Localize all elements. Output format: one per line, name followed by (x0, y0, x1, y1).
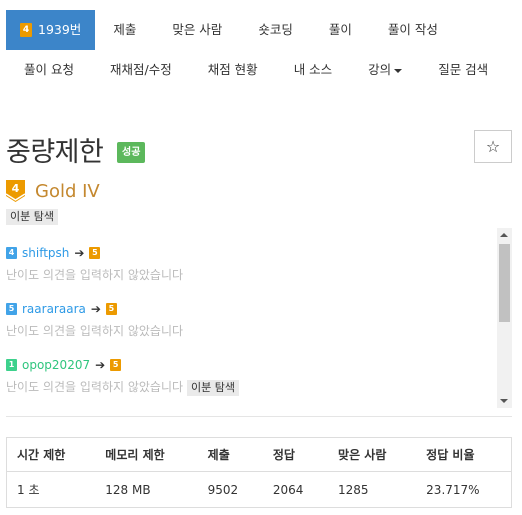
arrow-right-icon: ➔ (74, 246, 85, 260)
table-row: 1 초 128 MB 9502 2064 1285 23.717% (7, 472, 512, 508)
tier-gold-shield-icon: 4 (6, 180, 25, 202)
user-link[interactable]: opop20207 (22, 358, 90, 372)
header-submissions: 제출 (197, 437, 263, 472)
problem-nav-row-2: 풀이 요청 재채점/수정 채점 현황 내 소스 강의 질문 검색 (6, 50, 506, 90)
submissions-value: 9502 (207, 482, 239, 497)
header-accepted: 정답 (262, 437, 329, 472)
nav-solutions[interactable]: 풀이 (311, 10, 370, 50)
opinion-text: 난이도 의견을 입력하지 않았습니다 이분 탐색 (6, 378, 240, 396)
nav-question-search[interactable]: 질문 검색 (420, 50, 506, 90)
favorite-star-button[interactable]: ☆ (474, 130, 512, 163)
header-accept-ratio: 정답 비율 (416, 437, 512, 472)
nav-solved-users[interactable]: 맞은 사람 (154, 10, 240, 50)
caret-down-icon (394, 68, 403, 73)
list-item: 5 raararaara ➔ 5 난이도 의견을 입력하지 않았습니다 (6, 302, 183, 339)
page-title: 중량제한 (6, 137, 104, 168)
nav-my-source[interactable]: 내 소스 (276, 50, 350, 90)
header-solved-users: 맞은 사람 (328, 437, 417, 472)
tier-name: Gold IV (35, 180, 100, 202)
nav-request-solution[interactable]: 풀이 요청 (6, 50, 92, 90)
user-level-badge-icon: 4 (6, 247, 17, 259)
opinion-algorithm-tag[interactable]: 이분 탐색 (187, 380, 240, 396)
opinions-scrollbar[interactable] (497, 228, 512, 408)
problem-nav-row-1: 4 1939번 제출 맞은 사람 숏코딩 풀이 풀이 작성 (6, 10, 456, 50)
accepted-value: 2064 (272, 482, 304, 497)
opinion-text-label: 난이도 의견을 입력하지 않았습니다 (6, 380, 184, 394)
header-time-limit: 시간 제한 (6, 437, 96, 472)
nav-problem-number-label: 1939번 (38, 22, 82, 37)
user-link[interactable]: raararaara (22, 302, 86, 316)
scroll-down-arrow-icon[interactable] (500, 399, 508, 403)
problem-tier: 4 Gold IV (6, 180, 100, 202)
time-limit-value: 1 초 (17, 483, 40, 497)
nav-short-coding[interactable]: 숏코딩 (240, 10, 311, 50)
user-level-badge-icon: 1 (6, 359, 17, 371)
nav-problem-number[interactable]: 4 1939번 (6, 10, 96, 50)
voted-level-badge-icon: 5 (89, 247, 101, 259)
memory-limit-value: 128 MB (105, 482, 151, 497)
user-level-badge-icon: 5 (6, 303, 17, 315)
tier-level-text: 4 (12, 182, 20, 195)
arrow-right-icon: ➔ (95, 358, 106, 372)
opinion-text: 난이도 의견을 입력하지 않았습니다 (6, 268, 184, 282)
tier-badge-icon: 4 (20, 23, 32, 37)
voted-level-badge-icon: 5 (110, 359, 122, 371)
nav-status[interactable]: 채점 현황 (190, 50, 276, 90)
opinion-text: 난이도 의견을 입력하지 않았습니다 (6, 324, 184, 338)
divider (6, 416, 512, 417)
user-link[interactable]: shiftpsh (22, 246, 69, 260)
solved-users-value: 1285 (338, 482, 369, 497)
difficulty-opinions-list: 4 shiftpsh ➔ 5 난이도 의견을 입력하지 않았습니다 5 raar… (6, 228, 512, 408)
header-memory-limit: 메모리 제한 (95, 437, 198, 472)
star-icon: ☆ (485, 137, 501, 156)
scroll-up-arrow-icon[interactable] (500, 233, 508, 237)
nav-lecture-label: 강의 (368, 62, 392, 77)
nav-submit[interactable]: 제출 (95, 10, 154, 50)
problem-stats-table: 시간 제한 메모리 제한 제출 정답 맞은 사람 정답 비율 1 초 128 M… (6, 437, 512, 508)
nav-write-solution[interactable]: 풀이 작성 (370, 10, 456, 50)
voted-level-badge-icon: 5 (105, 303, 117, 315)
scrollbar-thumb[interactable] (499, 244, 510, 322)
table-header-row: 시간 제한 메모리 제한 제출 정답 맞은 사람 정답 비율 (6, 437, 512, 472)
nav-lecture-dropdown[interactable]: 강의 (350, 50, 420, 90)
status-badge: 성공 (117, 142, 146, 163)
list-item: 4 shiftpsh ➔ 5 난이도 의견을 입력하지 않았습니다 (6, 246, 183, 283)
nav-rejudge[interactable]: 재채점/수정 (92, 50, 190, 90)
accept-ratio-value: 23.717% (426, 482, 480, 497)
arrow-right-icon: ➔ (90, 302, 101, 316)
list-item: 1 opop20207 ➔ 5 난이도 의견을 입력하지 않았습니다 이분 탐색 (6, 358, 240, 396)
algorithm-tag[interactable]: 이분 탐색 (6, 209, 58, 225)
